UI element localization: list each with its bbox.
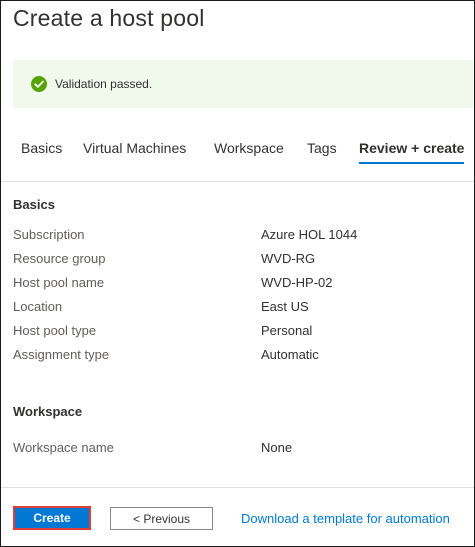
row-value: WVD-HP-02 [261,275,333,290]
row-value: Azure HOL 1044 [261,227,358,242]
tab-review-create[interactable]: Review + create [359,134,465,164]
row-label: Location [13,299,63,314]
row-value: East US [261,299,309,314]
tab-basics[interactable]: Basics [21,134,62,164]
row-label: Resource group [13,251,106,266]
row-label: Host pool type [13,323,97,338]
tab-workspace[interactable]: Workspace [214,134,284,164]
validation-banner: Validation passed. [13,60,473,108]
row-value: Automatic [261,347,319,362]
summary-row-host-pool-name: Host pool name WVD-HP-02 [13,275,463,299]
page-title: Create a host pool [13,5,205,31]
tab-virtual-machines[interactable]: Virtual Machines [83,134,186,164]
row-value: Personal [261,323,313,338]
create-host-pool-panel: Create a host pool Validation passed. Ba… [0,0,475,547]
row-label: Workspace name [13,440,114,455]
tabs-divider [1,181,474,182]
summary-row-resource-group: Resource group WVD-RG [13,251,463,275]
footer-divider [1,487,474,488]
row-value: WVD-RG [261,251,316,266]
row-value: None [261,440,293,455]
row-label: Host pool name [13,275,105,290]
section-title-basics: Basics [13,197,55,212]
section-title-workspace: Workspace [13,404,83,419]
create-button[interactable]: Create [13,506,91,530]
tab-tags[interactable]: Tags [307,134,337,164]
summary-row-workspace-name: Workspace name None [13,440,463,464]
summary-row-location: Location East US [13,299,463,323]
summary-row-subscription: Subscription Azure HOL 1044 [13,227,463,251]
summary-row-host-pool-type: Host pool type Personal [13,323,463,347]
validation-message: Validation passed. [55,77,153,91]
row-label: Subscription [13,227,85,242]
row-label: Assignment type [13,347,110,362]
previous-button[interactable]: < Previous [110,507,213,530]
download-template-link[interactable]: Download a template for automation [241,511,450,526]
wizard-tabs: Basics Virtual Machines Workspace Tags R… [1,134,474,164]
check-circle-icon [31,76,47,92]
summary-row-assignment-type: Assignment type Automatic [13,347,463,371]
